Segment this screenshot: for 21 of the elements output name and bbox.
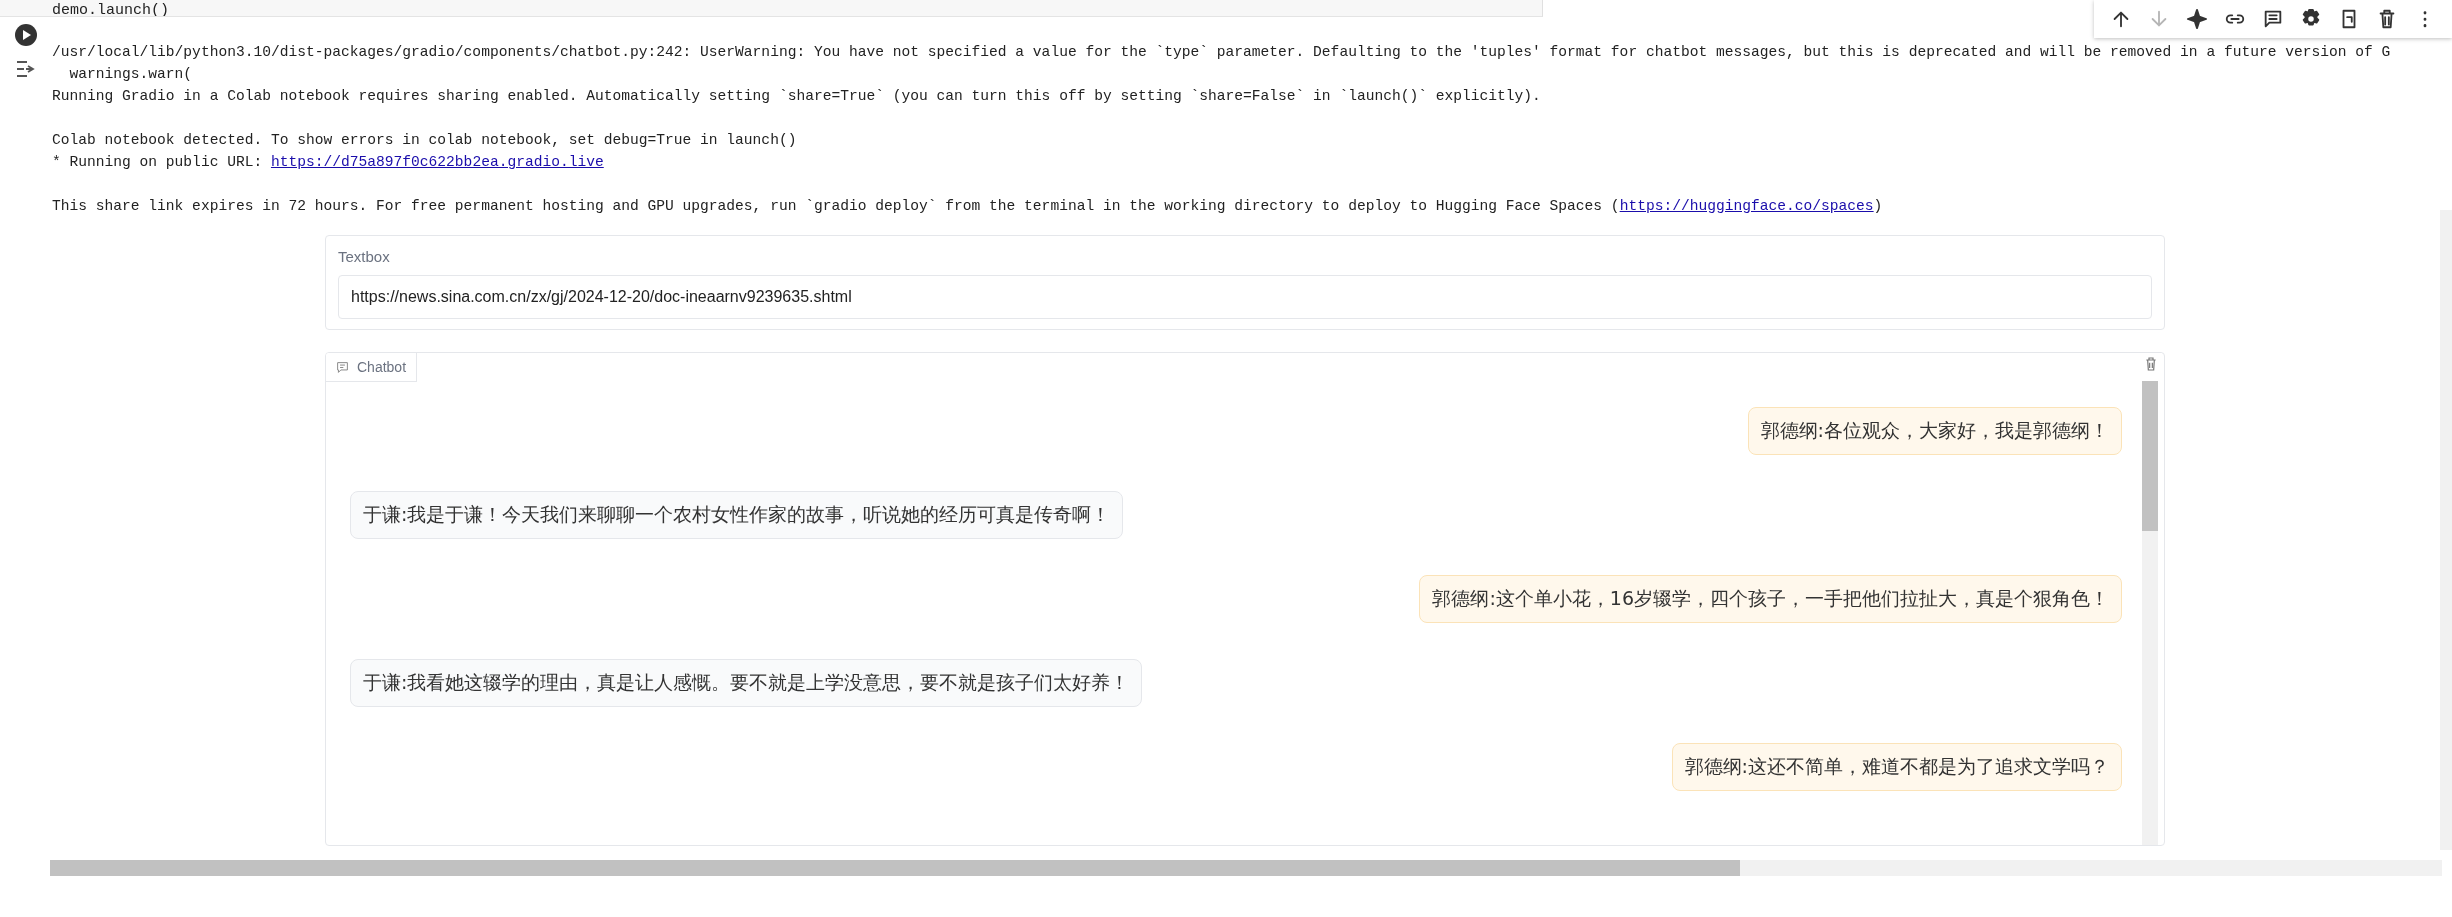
- message-bubble: 郭德纲:这个单小花，16岁辍学，四个孩子，一手把他们拉扯大，真是个狠角色！: [1419, 575, 2122, 623]
- output-line: * Running on public URL: https://d75a897f0c622bb2ea.gradio.live: [52, 153, 605, 172]
- url-link[interactable]: https://huggingface.co/spaces: [1619, 198, 1874, 214]
- input-field[interactable]: https://news.sina.com.cn/zx/gj/2024-12-20/doc-ineaarnv9239635.shtml: [338, 275, 2152, 319]
- message-bubble: 郭德纲:各位观众，大家好，我是郭德纲！: [1747, 407, 2122, 455]
- sparkle-icon[interactable]: [2184, 6, 2210, 32]
- horizontal-scrollbar[interactable]: [50, 860, 2442, 876]
- message-bubble: 郭德纲:这还不简单，难道不都是为了追求文学吗？: [1671, 743, 2122, 791]
- run-icon[interactable]: [14, 23, 38, 47]
- message-bubble: 于谦:我是于谦！今天我们来聊聊一个农村女性作家的故事，听说她的经历可真是传奇啊！: [350, 491, 1124, 539]
- output-line: Running Gradio in a Colab notebook requires sharing enabled. Automatically setting `share=True` (you can turn this off by setting `share=False` in `launch()` explicitly).: [52, 87, 1542, 106]
- output-line: warnings.warn(: [68, 65, 194, 84]
- textbox-label: Textbox: [338, 248, 391, 265]
- chatbot-label: Chatbot: [326, 353, 418, 382]
- url-link[interactable]: https://d75a897f0c622bb2ea.gradio.live: [270, 154, 604, 170]
- output-line: /usr/local/lib/python3.10/dist-packages/gradio/components/chatbot.py:242: UserWarning: You have not specified a value for the `type` parameter. Defaulting to the 'tuples' format for chatbot messages, but this is deprecated and will be removed in a future version of G: [52, 43, 2392, 62]
- output-line: Colab notebook detected. To show errors in colab notebook, set debug=True in launch(): [52, 131, 798, 150]
- message-bubble: 于谦:我看她这辍学的理由，真是让人感慨。要不就是上学没意思，要不就是孩子们太好养！: [350, 659, 1143, 707]
- scrollbar[interactable]: [2142, 381, 2158, 845]
- chat-icon: [336, 360, 349, 374]
- output-line: This share link expires in 72 hours. For free permanent hosting and GPU upgrades, run `gradio deploy` from the terminal in the working directory to deploy to Hugging Face Spaces (https://huggingface.co/spaces): [52, 197, 1884, 216]
